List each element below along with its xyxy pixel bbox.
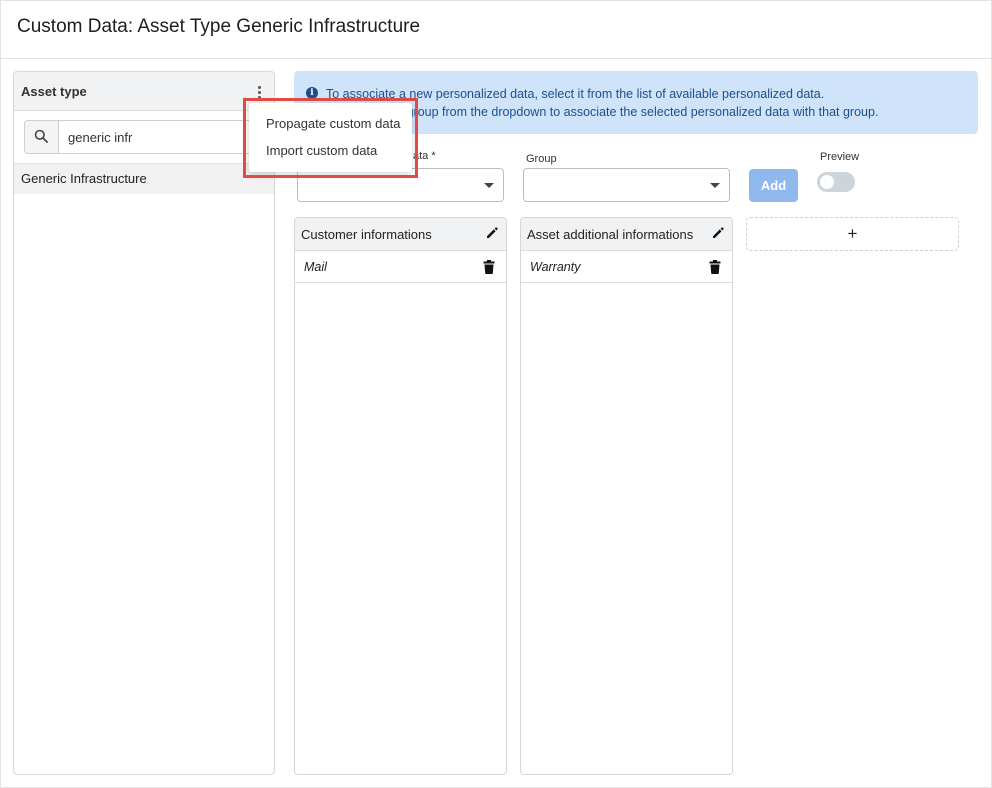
info-icon: i — [306, 87, 318, 99]
group-card-asset-additional-informations: Asset additional informations Warranty — [520, 217, 733, 775]
search-button[interactable] — [25, 121, 59, 153]
menu-item-import-custom-data[interactable]: Import custom data — [266, 143, 377, 158]
group-item-row: Mail — [295, 251, 506, 283]
trash-icon[interactable] — [483, 260, 495, 274]
group-card-customer-informations: Customer informations Mail — [294, 217, 507, 775]
group-select-label: Group — [526, 153, 557, 165]
asset-type-search — [24, 120, 264, 154]
context-menu: Propagate custom data Import custom data — [249, 103, 412, 172]
page-header: Custom Data: Asset Type Generic Infrastr… — [0, 0, 992, 59]
add-group-button[interactable]: + — [746, 217, 959, 251]
custom-data-select[interactable] — [297, 168, 504, 202]
preview-label: Preview — [820, 151, 860, 163]
chevron-down-icon — [710, 183, 720, 188]
group-item-label: Warranty — [530, 260, 581, 274]
chevron-down-icon — [484, 183, 494, 188]
group-card-title: Customer informations — [301, 227, 432, 242]
page-title: Custom Data: Asset Type Generic Infrastr… — [17, 16, 421, 37]
group-card-title: Asset additional informations — [527, 227, 694, 242]
info-text-line-1: To associate a new personalized data, se… — [326, 87, 825, 101]
search-icon — [34, 129, 48, 143]
search-input[interactable] — [59, 121, 263, 153]
custom-data-select-label: ata * — [413, 150, 436, 162]
preview-toggle[interactable] — [817, 172, 855, 192]
asset-type-panel-title: Asset type — [21, 84, 87, 99]
group-card-header: Asset additional informations — [521, 218, 732, 251]
pencil-icon[interactable] — [485, 226, 499, 240]
trash-icon[interactable] — [709, 260, 721, 274]
group-item-label: Mail — [304, 260, 327, 274]
more-options-icon[interactable] — [252, 82, 266, 102]
group-card-header: Customer informations — [295, 218, 506, 251]
menu-item-propagate-custom-data[interactable]: Propagate custom data — [266, 116, 400, 131]
group-select[interactable] — [523, 168, 730, 202]
add-button[interactable]: Add — [749, 169, 798, 202]
asset-type-panel: Asset type Generic Infrastructure — [13, 71, 275, 775]
asset-type-panel-header: Asset type — [14, 72, 274, 111]
group-item-row: Warranty — [521, 251, 732, 283]
toggle-knob — [820, 175, 834, 189]
pencil-icon[interactable] — [711, 226, 725, 240]
asset-type-list-item[interactable]: Generic Infrastructure — [14, 164, 274, 194]
